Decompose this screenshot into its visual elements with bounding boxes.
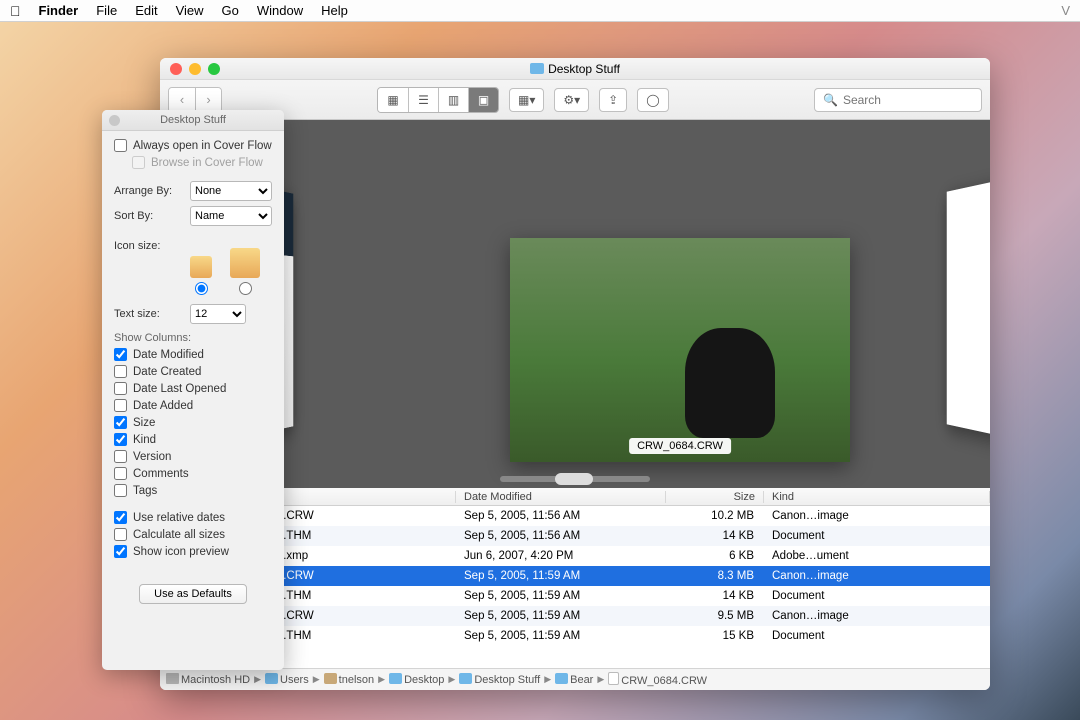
option-checkbox[interactable]: Use relative dates: [114, 511, 272, 524]
option-checkbox[interactable]: Calculate all sizes: [114, 528, 272, 541]
forward-button[interactable]: ›: [195, 88, 221, 112]
arrange-by-label: Arrange By:: [114, 185, 184, 197]
share-button[interactable]: ⇪: [599, 88, 627, 112]
option-checkbox[interactable]: Show icon preview: [114, 545, 272, 558]
arrange-by-select[interactable]: None: [190, 181, 272, 201]
always-open-checkbox[interactable]: Always open in Cover Flow: [114, 139, 272, 152]
column-checkbox[interactable]: Comments: [114, 467, 272, 480]
icon-size-label: Icon size:: [114, 240, 184, 252]
column-checkbox[interactable]: Kind: [114, 433, 272, 446]
table-row[interactable]: CRW_0684.CRWSep 5, 2005, 11:59 AM8.3 MBC…: [160, 566, 990, 586]
window-titlebar[interactable]: Desktop Stuff: [160, 58, 990, 80]
window-title: Desktop Stuff: [548, 62, 620, 76]
menu-go[interactable]: Go: [222, 3, 239, 18]
panel-titlebar[interactable]: Desktop Stuff: [102, 110, 284, 131]
path-segment[interactable]: Macintosh HD: [166, 673, 250, 686]
column-checkbox[interactable]: Version: [114, 450, 272, 463]
coverflow-current-item[interactable]: CRW_0684.CRW: [510, 238, 850, 462]
use-as-defaults-button[interactable]: Use as Defaults: [139, 584, 247, 604]
view-list-button[interactable]: ☰: [408, 88, 438, 112]
search-input[interactable]: [843, 93, 973, 107]
column-checkbox[interactable]: Date Modified: [114, 348, 272, 361]
show-columns-label: Show Columns:: [114, 332, 272, 344]
text-size-select[interactable]: 12: [190, 304, 246, 324]
path-segment[interactable]: tnelson: [324, 673, 374, 686]
back-button[interactable]: ‹: [169, 88, 195, 112]
menu-edit[interactable]: Edit: [135, 3, 157, 18]
path-segment[interactable]: Bear: [555, 673, 593, 686]
table-row[interactable]: CRW_0685.CRWSep 5, 2005, 11:59 AM9.5 MBC…: [160, 606, 990, 626]
browse-in-checkbox: Browse in Cover Flow: [132, 156, 272, 169]
close-button[interactable]: [170, 63, 182, 75]
table-row[interactable]: CRW_0685.THMSep 5, 2005, 11:59 AM15 KBDo…: [160, 626, 990, 646]
menu-view[interactable]: View: [176, 3, 204, 18]
table-row[interactable]: CRW_0684.THMSep 5, 2005, 11:59 AM14 KBDo…: [160, 586, 990, 606]
header-kind[interactable]: Kind: [764, 491, 990, 503]
tags-button[interactable]: ◯: [637, 88, 668, 112]
view-mode-segment: ▦ ☰ ▥ ▣: [377, 87, 499, 113]
coverflow-next-item[interactable]: [947, 161, 990, 456]
table-row[interactable]: CRW_0683.THMSep 5, 2005, 11:56 AM14 KBDo…: [160, 526, 990, 546]
arrange-menu[interactable]: ▦▾: [509, 88, 544, 112]
panel-title: Desktop Stuff: [160, 114, 226, 126]
file-list: Name⌃ Date Modified Size Kind CRW_0683.C…: [160, 488, 990, 668]
coverflow-item-label: CRW_0684.CRW: [629, 438, 731, 454]
icon-size-small[interactable]: [190, 256, 212, 295]
panel-close-button[interactable]: [109, 115, 120, 126]
zoom-button[interactable]: [208, 63, 220, 75]
view-icon-button[interactable]: ▦: [378, 88, 408, 112]
table-row[interactable]: CRW_0683.xmpJun 6, 2007, 4:20 PM6 KBAdob…: [160, 546, 990, 566]
column-checkbox[interactable]: Date Created: [114, 365, 272, 378]
view-coverflow-button[interactable]: ▣: [468, 88, 498, 112]
search-icon: 🔍: [823, 93, 838, 107]
path-segment[interactable]: CRW_0684.CRW: [608, 672, 707, 687]
action-menu[interactable]: ⚙▾: [554, 88, 589, 112]
sort-by-select[interactable]: Name: [190, 206, 272, 226]
table-row[interactable]: CRW_0683.CRWSep 5, 2005, 11:56 AM10.2 MB…: [160, 506, 990, 526]
list-header: Name⌃ Date Modified Size Kind: [160, 488, 990, 506]
search-field[interactable]: 🔍: [814, 88, 982, 112]
view-column-button[interactable]: ▥: [438, 88, 468, 112]
folder-icon: [530, 63, 544, 74]
apple-menu[interactable]: : [10, 3, 21, 19]
path-segment[interactable]: Desktop Stuff: [459, 673, 540, 686]
path-bar: Macintosh HD▶Users▶tnelson▶Desktop▶Deskt…: [160, 668, 990, 690]
text-size-label: Text size:: [114, 308, 184, 320]
menu-window[interactable]: Window: [257, 3, 303, 18]
photo-preview: [510, 238, 850, 462]
coverflow-scrubber[interactable]: [500, 476, 650, 482]
path-segment[interactable]: Desktop: [389, 673, 444, 686]
path-segment[interactable]: Users: [265, 673, 309, 686]
menu-file[interactable]: File: [96, 3, 117, 18]
menu-help[interactable]: Help: [321, 3, 348, 18]
coverflow-area[interactable]: MP ➔ CRW_0684.CRW: [160, 120, 990, 488]
column-checkbox[interactable]: Date Last Opened: [114, 382, 272, 395]
column-checkbox[interactable]: Tags: [114, 484, 272, 497]
finder-window: Desktop Stuff ‹ › ▦ ☰ ▥ ▣ ▦▾ ⚙▾ ⇪ ◯ 🔍 MP…: [160, 58, 990, 690]
system-menubar:  Finder File Edit View Go Window Help V: [0, 0, 1080, 22]
sort-by-label: Sort By:: [114, 210, 184, 222]
minimize-button[interactable]: [189, 63, 201, 75]
menubar-right: V: [1061, 3, 1070, 18]
column-checkbox[interactable]: Date Added: [114, 399, 272, 412]
app-menu[interactable]: Finder: [39, 3, 79, 18]
window-toolbar: ‹ › ▦ ☰ ▥ ▣ ▦▾ ⚙▾ ⇪ ◯ 🔍: [160, 80, 990, 120]
header-size[interactable]: Size: [666, 491, 764, 503]
column-checkbox[interactable]: Size: [114, 416, 272, 429]
view-options-panel: Desktop Stuff Always open in Cover Flow …: [102, 110, 284, 670]
icon-size-large[interactable]: [230, 248, 260, 295]
header-date[interactable]: Date Modified: [456, 491, 666, 503]
